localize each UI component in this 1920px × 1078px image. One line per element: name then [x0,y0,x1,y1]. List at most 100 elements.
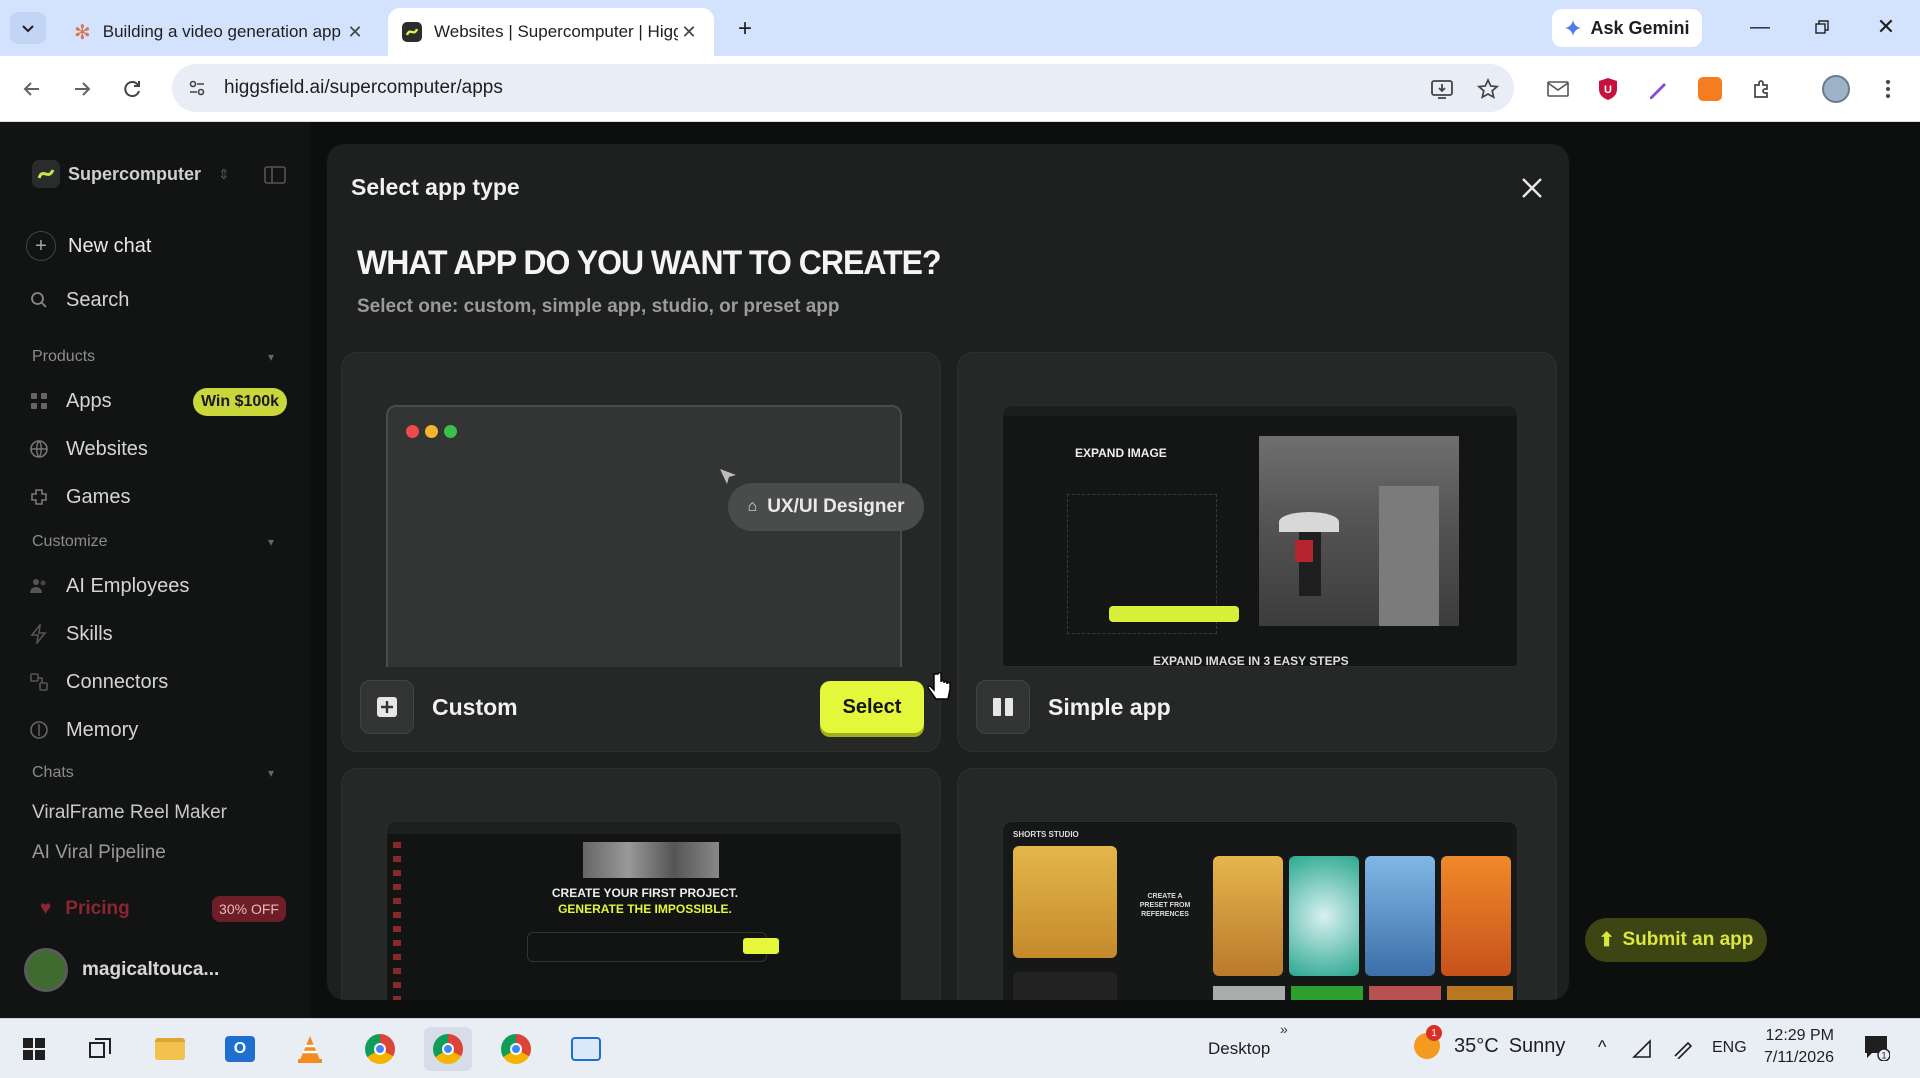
badge-label: UX/UI Designer [767,496,905,517]
sidebar-item-skills[interactable]: Skills [28,614,113,654]
workspace-switch-icon[interactable]: ⇕ [218,166,230,183]
chevron-down-icon[interactable]: ▾ [268,535,274,549]
desktop-toolbar-label[interactable]: Desktop [1208,1039,1270,1059]
sidebar-item-label: Apps [66,389,112,412]
address-bar[interactable]: higgsfield.ai/supercomputer/apps [172,64,1514,112]
reload-button[interactable] [114,71,150,107]
app-type-card-preset[interactable]: SHORTS STUDIO CREATE A PRESET FROM REFER… [957,768,1557,1000]
submit-app-button[interactable]: ⬆ Submit an app [1585,918,1767,962]
extensions-puzzle-icon[interactable] [1744,71,1780,107]
higgsfield-icon [402,22,422,42]
file-explorer-icon[interactable] [146,1027,194,1071]
tab-close-icon[interactable]: ✕ [678,21,700,43]
plug-icon [28,671,50,693]
close-icon [1522,178,1542,198]
win-badge: Win $100k [193,388,287,416]
tab-building-video-app[interactable]: ✻ Building a video generation app ✕ [60,8,380,56]
ublock-extension-icon[interactable]: U [1590,71,1626,107]
ask-gemini-button[interactable]: Ask Gemini [1552,9,1702,47]
sidebar-item-websites[interactable]: Websites [28,429,148,469]
language-indicator[interactable]: ENG [1712,1039,1747,1057]
card-title: Simple app [1048,693,1171,720]
sidebar-item-label: Games [66,485,131,508]
pen-icon[interactable] [1672,1037,1694,1059]
claude-icon: ✻ [74,21,91,44]
mail-extension-icon[interactable] [1540,71,1576,107]
wifi-icon[interactable] [1632,1039,1652,1059]
card-label: Simple app [976,679,1171,735]
modal-close-button[interactable] [1512,168,1552,208]
tab-close-icon[interactable]: ✕ [344,21,366,43]
pricing-link[interactable]: ♥ Pricing [40,898,130,920]
street-photo [1259,436,1459,626]
back-button[interactable] [14,71,50,107]
forward-button[interactable] [64,71,100,107]
window-close-button[interactable]: ✕ [1866,12,1906,42]
chat-item[interactable]: ViralFrame Reel Maker [32,802,227,824]
higgsfield-logo-icon [32,160,60,188]
sidebar-item-connectors[interactable]: Connectors [28,662,168,702]
columns-icon [976,680,1030,734]
brain-icon [28,719,50,741]
pen-extension-icon[interactable] [1640,71,1676,107]
profile-avatar[interactable] [1818,71,1854,107]
chat-item[interactable]: AI Viral Pipeline [32,842,166,864]
site-settings-icon[interactable] [186,77,208,99]
user-profile[interactable]: magicaltouca... [24,948,219,992]
preview-title: SHORTS STUDIO [1013,830,1079,839]
chevron-right-icon[interactable]: » [1280,1021,1288,1037]
start-button[interactable] [10,1027,58,1071]
chrome-profile-icon[interactable] [492,1027,540,1071]
tab-websites-supercomputer[interactable]: Websites | Supercomputer | Higgsfield ✕ [388,8,714,56]
bolt-icon [28,623,50,645]
chrome-active-icon[interactable] [424,1027,472,1071]
weather-widget[interactable]: 1 35°C Sunny [1414,1025,1565,1059]
outlook-icon[interactable]: O [216,1027,264,1071]
notifications-button[interactable]: 1 [1862,1033,1890,1061]
clock[interactable]: 12:29 PM 7/11/2026 [1764,1025,1834,1069]
sidebar-toggle-icon[interactable] [264,166,286,184]
remote-desktop-icon[interactable] [562,1027,610,1071]
gemini-icon [1564,19,1583,37]
studio-preview: CREATE YOUR FIRST PROJECT. GENERATE THE … [386,821,902,1000]
chrome-icon[interactable] [356,1027,404,1071]
new-chat-label: New chat [68,234,152,257]
ux-ui-designer-badge: ⌂ UX/UI Designer [728,483,924,531]
new-chat-button[interactable]: + New chat [26,226,152,266]
app-type-card-custom[interactable]: ⌂ UX/UI Designer Custom Select [341,352,941,752]
search-button[interactable]: Search [28,280,129,320]
app-type-card-studio[interactable]: CREATE YOUR FIRST PROJECT. GENERATE THE … [341,768,941,1000]
reload-icon [124,81,140,98]
install-app-icon[interactable] [1424,71,1460,107]
browser-menu-icon[interactable] [1870,71,1906,107]
minimize-button[interactable]: — [1740,12,1780,42]
select-button[interactable]: Select [820,681,924,733]
user-name: magicaltouca... [82,959,220,980]
preview-center: CREATE A PRESET FROM REFERENCES [1139,893,1191,918]
grid-icon [28,390,50,412]
bookmark-star-icon[interactable] [1470,71,1506,107]
chevron-up-icon[interactable]: ^ [1598,1037,1606,1058]
chevron-down-icon[interactable]: ▾ [268,350,274,364]
chevron-down-icon[interactable]: ▾ [268,766,274,780]
search-icon [28,289,50,311]
weather-temp: 35°C [1454,1034,1499,1057]
sidebar-item-memory[interactable]: Memory [28,710,138,750]
orange-extension-icon[interactable] [1692,71,1728,107]
new-tab-button[interactable]: + [730,14,760,44]
windows-logo-icon [23,1038,45,1060]
sidebar: Supercomputer ⇕ + New chat Search Produc… [0,122,310,1018]
task-view-button[interactable] [76,1027,124,1071]
thumb [1289,856,1359,976]
tab-search-button[interactable] [10,12,46,44]
notification-dot: 1 [1426,1025,1442,1041]
sidebar-item-apps[interactable]: Apps [28,381,112,421]
select-app-type-modal: Select app type WHAT APP DO YOU WANT TO … [327,144,1569,1000]
sidebar-item-ai-employees[interactable]: AI Employees [28,566,189,606]
sidebar-item-games[interactable]: Games [28,477,130,517]
vlc-icon[interactable] [286,1027,334,1071]
preview-footer: EXPAND IMAGE IN 3 EASY STEPS [1153,654,1349,667]
app-type-card-simple-app[interactable]: EXPAND IMAGE EXPAND IMAGE IN 3 EASY STEP… [957,352,1557,752]
brand[interactable]: Supercomputer [32,160,201,188]
restore-button[interactable] [1802,12,1842,42]
